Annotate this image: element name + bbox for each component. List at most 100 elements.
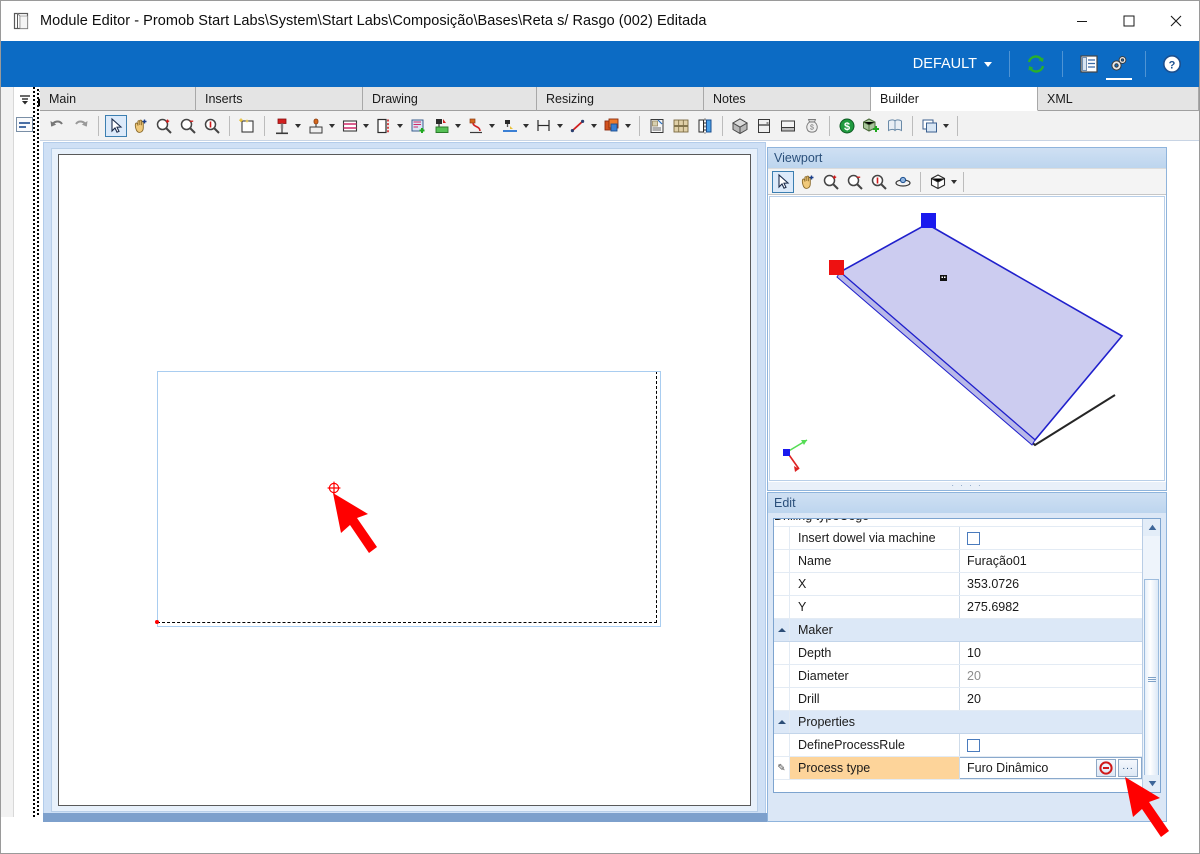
vp-pan-hand-icon[interactable] <box>796 171 818 193</box>
category-expander[interactable] <box>774 711 790 733</box>
left-strip-list-icon[interactable] <box>16 117 33 132</box>
cost-bag-icon[interactable]: $ <box>801 115 823 137</box>
property-value[interactable]: 20 <box>960 665 1142 687</box>
dimension-tool-icon[interactable] <box>533 115 555 137</box>
zoom-actual-icon[interactable] <box>201 115 223 137</box>
tab-resizing[interactable]: Resizing <box>537 87 704 111</box>
chevron-down-icon[interactable] <box>943 123 949 128</box>
vp-select-arrow-icon[interactable] <box>772 170 794 193</box>
tab-notes[interactable]: Notes <box>704 87 871 111</box>
edge-tool-icon[interactable] <box>373 115 395 137</box>
pan-hand-icon[interactable] <box>129 115 151 137</box>
property-row[interactable]: Drill 20 <box>774 688 1142 711</box>
properties-list-icon[interactable] <box>1074 49 1104 79</box>
property-value[interactable]: Cego <box>839 519 869 523</box>
drill-tool-icon[interactable] <box>271 115 293 137</box>
property-value[interactable]: 20 <box>960 688 1142 710</box>
property-grid-scrollbar[interactable] <box>1142 519 1160 792</box>
panel-splitter-grip[interactable] <box>33 87 39 817</box>
close-button[interactable] <box>1152 1 1199 41</box>
property-row[interactable]: DefineProcessRule <box>774 734 1142 757</box>
panel-bottom-icon[interactable] <box>777 115 799 137</box>
scroll-down-button[interactable] <box>1143 775 1160 792</box>
groove-tool-icon[interactable] <box>339 115 361 137</box>
property-value[interactable]: Furo Dinâmico... <box>960 757 1142 779</box>
chevron-down-icon[interactable] <box>489 123 495 128</box>
copy-module-icon[interactable] <box>860 115 882 137</box>
tab-xml[interactable]: XML <box>1038 87 1199 111</box>
drawing-canvas[interactable] <box>58 154 751 806</box>
part-outline[interactable] <box>157 371 661 627</box>
undo-icon[interactable] <box>46 115 68 137</box>
box-3d-icon[interactable] <box>729 115 751 137</box>
zoom-in-icon[interactable] <box>153 115 175 137</box>
windows-arrange-icon[interactable] <box>919 115 941 137</box>
chevron-down-icon[interactable] <box>295 123 301 128</box>
property-value[interactable]: 10 <box>960 642 1142 664</box>
paint-tool-icon[interactable] <box>431 115 453 137</box>
vp-orbit-icon[interactable] <box>892 171 914 193</box>
category-expander[interactable] <box>774 619 790 641</box>
refresh-sync-icon[interactable] <box>1021 49 1051 79</box>
split-horizontal-icon[interactable] <box>753 115 775 137</box>
tab-inserts[interactable]: Inserts <box>196 87 363 111</box>
price-dollar-icon[interactable]: $ <box>836 115 858 137</box>
minimize-button[interactable] <box>1058 1 1105 41</box>
contour-tool-icon[interactable] <box>465 115 487 137</box>
property-row[interactable]: Diameter 20 <box>774 665 1142 688</box>
scroll-up-button[interactable] <box>1143 519 1160 536</box>
tab-drawing[interactable]: Drawing <box>363 87 537 111</box>
vp-zoom-in-icon[interactable] <box>820 171 842 193</box>
chevron-down-icon[interactable] <box>557 123 563 128</box>
chevron-down-icon[interactable] <box>397 123 403 128</box>
property-row[interactable]: Y 275.6982 <box>774 596 1142 619</box>
chevron-down-icon[interactable] <box>591 123 597 128</box>
book-icon[interactable] <box>884 115 906 137</box>
new-panel-icon[interactable] <box>236 115 258 137</box>
clear-value-button[interactable] <box>1096 759 1116 777</box>
chevron-down-icon[interactable] <box>523 123 529 128</box>
line-tool-icon[interactable] <box>567 115 589 137</box>
property-value[interactable]: 353.0726 <box>960 573 1142 595</box>
redo-icon[interactable] <box>70 115 92 137</box>
vp-zoom-actual-icon[interactable] <box>868 171 890 193</box>
layers-icon[interactable] <box>601 115 623 137</box>
checkbox-defineprocessrule[interactable] <box>967 738 980 752</box>
chevron-down-icon[interactable] <box>625 123 631 128</box>
property-value[interactable] <box>960 734 1142 756</box>
select-arrow-icon[interactable] <box>105 114 127 137</box>
dowel-tool-icon[interactable] <box>305 115 327 137</box>
property-grid[interactable]: Drilling typeCegoInsert dowel via machin… <box>773 518 1161 793</box>
viewport-resize-grip[interactable]: · · · · <box>768 482 1166 490</box>
property-row[interactable]: Insert dowel via machine <box>774 527 1142 550</box>
profile-selector[interactable]: DEFAULT <box>907 54 998 74</box>
library-icon[interactable] <box>670 115 692 137</box>
vp-zoom-out-icon[interactable] <box>844 171 866 193</box>
ellipsis-browse-button[interactable]: ... <box>1118 759 1138 777</box>
vp-view-cube-icon[interactable] <box>927 171 949 193</box>
property-row-clipped[interactable]: Drilling typeCego <box>774 519 1142 527</box>
property-row[interactable]: Depth 10 <box>774 642 1142 665</box>
tab-main[interactable]: Main <box>40 87 196 111</box>
collapse-panel-button[interactable] <box>17 89 33 109</box>
chevron-down-icon[interactable] <box>951 179 957 184</box>
scrollbar-thumb[interactable] <box>1144 579 1159 779</box>
checkbox-insert-dowel-via-machine[interactable] <box>967 531 980 545</box>
mirror-icon[interactable] <box>694 115 716 137</box>
template-icon[interactable] <box>646 115 668 137</box>
pocket-tool-icon[interactable] <box>499 115 521 137</box>
property-value[interactable]: Furação01 <box>960 550 1142 572</box>
property-value[interactable]: 275.6982 <box>960 596 1142 618</box>
property-row[interactable]: ✎ Process type Furo Dinâmico... <box>774 757 1142 780</box>
chevron-down-icon[interactable] <box>363 123 369 128</box>
chevron-down-icon[interactable] <box>455 123 461 128</box>
chevron-down-icon[interactable] <box>329 123 335 128</box>
help-icon[interactable]: ? <box>1157 49 1187 79</box>
property-category-maker[interactable]: Maker <box>774 619 1142 642</box>
tab-builder[interactable]: Builder <box>871 87 1038 111</box>
property-row[interactable]: X 353.0726 <box>774 573 1142 596</box>
property-value[interactable] <box>960 527 1142 549</box>
crosshair-circle-icon[interactable] <box>327 481 341 495</box>
property-row[interactable]: Name Furação01 <box>774 550 1142 573</box>
maximize-button[interactable] <box>1105 1 1152 41</box>
